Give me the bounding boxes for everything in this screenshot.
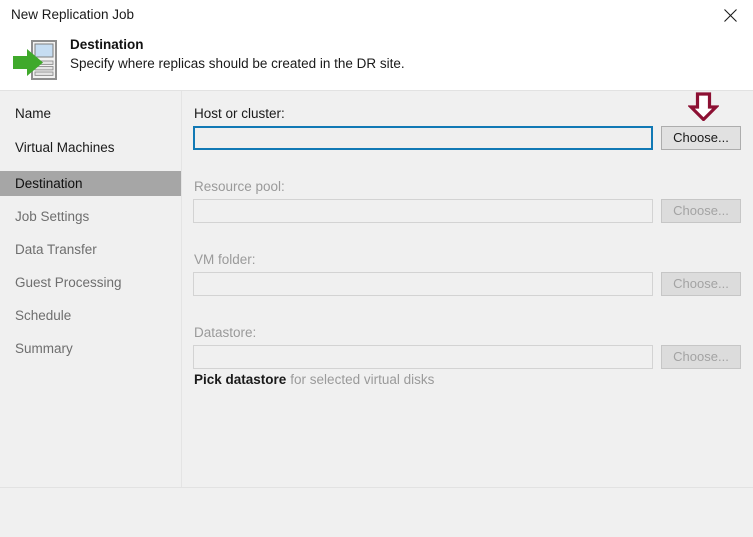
close-icon[interactable] [707, 0, 753, 30]
sidebar-item-summary[interactable]: Summary [0, 336, 181, 361]
sidebar-item-schedule[interactable]: Schedule [0, 303, 181, 328]
wizard-step-sidebar: Name Virtual Machines Destination Job Se… [0, 91, 181, 487]
host-or-cluster-input[interactable] [193, 126, 653, 150]
header-subtitle: Specify where replicas should be created… [70, 56, 405, 71]
dialog-header: Destination Specify where replicas shoul… [0, 30, 753, 91]
dialog-footer: < Previous Next > Finish Cancel [0, 488, 753, 537]
pick-datastore-row: Pick datastore for selected virtual disks [194, 372, 434, 387]
host-or-cluster-label: Host or cluster: [194, 106, 285, 121]
replication-server-arrow-icon [13, 35, 67, 85]
header-title: Destination [70, 37, 144, 52]
vm-folder-choose-button[interactable]: Choose... [661, 272, 741, 296]
new-replication-job-dialog: New Replication Job Destination Specify … [0, 0, 753, 537]
sidebar-item-guest-processing[interactable]: Guest Processing [0, 270, 181, 295]
datastore-input[interactable] [193, 345, 653, 369]
down-arrow-annotation-icon [687, 92, 720, 122]
destination-form: Host or cluster: Choose... Resource pool… [182, 91, 753, 487]
sidebar-item-job-settings[interactable]: Job Settings [0, 204, 181, 229]
resource-pool-input[interactable] [193, 199, 653, 223]
sidebar-item-destination[interactable]: Destination [0, 171, 181, 196]
window-title: New Replication Job [11, 7, 135, 22]
resource-pool-choose-button[interactable]: Choose... [661, 199, 741, 223]
sidebar-item-virtual-machines[interactable]: Virtual Machines [0, 135, 181, 160]
host-or-cluster-choose-button[interactable]: Choose... [661, 126, 741, 150]
datastore-choose-button[interactable]: Choose... [661, 345, 741, 369]
pick-datastore-link[interactable]: Pick datastore [194, 372, 286, 387]
resource-pool-label: Resource pool: [194, 179, 285, 194]
vm-folder-label: VM folder: [194, 252, 256, 267]
sidebar-item-name[interactable]: Name [0, 101, 181, 126]
vm-folder-input[interactable] [193, 272, 653, 296]
pick-datastore-suffix: for selected virtual disks [290, 372, 435, 387]
sidebar-item-data-transfer[interactable]: Data Transfer [0, 237, 181, 262]
datastore-label: Datastore: [194, 325, 257, 340]
title-bar: New Replication Job [0, 0, 753, 30]
